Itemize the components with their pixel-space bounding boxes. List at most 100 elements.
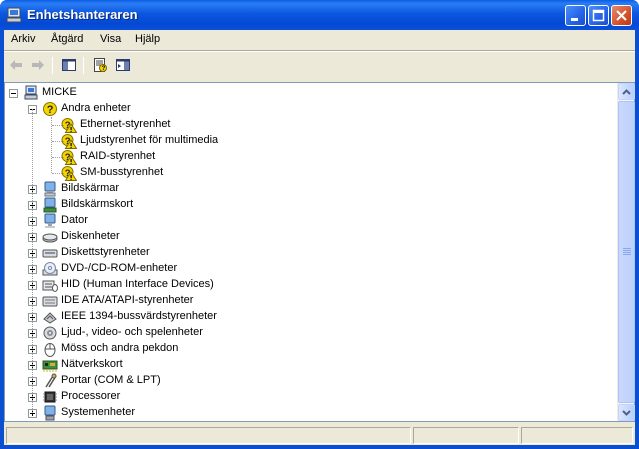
- tree-node-dvd-cd-rom-enheter[interactable]: DVD-/CD-ROM-enheter: [5, 261, 605, 277]
- tree-node-label: Möss och andra pekdon: [61, 342, 179, 354]
- toolbar: ?: [4, 52, 635, 78]
- thumb-grip: [623, 248, 631, 249]
- tree-node-ethernet-styrenhet[interactable]: ? Ethernet-styrenhet: [5, 117, 605, 133]
- tree-connector-line: [52, 157, 64, 158]
- tree-node-micke[interactable]: MICKE: [5, 85, 605, 101]
- menu-arkiv[interactable]: Arkiv: [11, 33, 35, 45]
- tree-node-andra-enheter[interactable]: ? Andra enheter: [5, 101, 605, 117]
- back-arrow-icon: [10, 60, 22, 70]
- tree-connector-line: [32, 109, 33, 413]
- menu-visa[interactable]: Visa: [100, 33, 121, 45]
- thumb-grip: [623, 252, 631, 253]
- title-bar[interactable]: Enhetshanteraren: [0, 0, 639, 30]
- tree-node-hid-human-interface-devices[interactable]: HID (Human Interface Devices): [5, 277, 605, 293]
- tree-node-ljud-video-och-spelenheter[interactable]: Ljud-, video- och spelenheter: [5, 325, 605, 341]
- tree-node-label: IDE ATA/ATAPI-styrenheter: [61, 294, 194, 306]
- chevron-up-icon: [622, 88, 631, 95]
- toolbar-separator: [83, 57, 84, 74]
- maximize-icon: [592, 9, 605, 22]
- tree-node-label: RAID-styrenhet: [80, 150, 156, 162]
- tree-node-bildskarmskort[interactable]: Bildskärmskort: [5, 197, 605, 213]
- back-button[interactable]: [6, 55, 26, 75]
- collapse-toggle[interactable]: [9, 89, 18, 98]
- tree-node-diskenheter[interactable]: Diskenheter: [5, 229, 605, 245]
- system-icon: [42, 405, 58, 421]
- svg-text:?: ?: [102, 66, 106, 72]
- tree-node-label: IEEE 1394-bussvärdstyrenheter: [61, 310, 217, 322]
- disk-icon: [42, 229, 58, 245]
- tree-node-label: Portar (COM & LPT): [61, 374, 161, 386]
- unknown-device-icon: ?: [42, 101, 58, 117]
- close-button[interactable]: [611, 5, 632, 26]
- scroll-up-button[interactable]: [618, 83, 635, 100]
- menu-hjalp[interactable]: Hjälp: [135, 33, 160, 45]
- cpu-icon: [42, 389, 58, 405]
- tree-node-diskettstyrenheter[interactable]: Diskettstyrenheter: [5, 245, 605, 261]
- chevron-down-icon: [622, 409, 631, 416]
- tree-node-label: Nätverkskort: [61, 358, 123, 370]
- window-title: Enhetshanteraren: [27, 7, 138, 22]
- menu-atgard[interactable]: Åtgärd: [51, 33, 83, 45]
- tree-node-label: Diskenheter: [61, 230, 120, 242]
- tree-node-bildskarmar[interactable]: Bildskärmar: [5, 181, 605, 197]
- scroll-thumb[interactable]: [618, 101, 635, 403]
- tree-node-portar-com-lpt[interactable]: Portar (COM & LPT): [5, 373, 605, 389]
- firewire-icon: [42, 309, 58, 325]
- svg-text:?: ?: [47, 104, 54, 116]
- toolbar-separator: [52, 57, 53, 74]
- thumb-grip: [623, 254, 631, 255]
- thumb-grip: [623, 250, 631, 251]
- tree-node-label: Ethernet-styrenhet: [80, 118, 171, 130]
- tree-connector-line: [52, 125, 64, 126]
- scroll-down-button[interactable]: [618, 404, 635, 421]
- tree-node-label: DVD-/CD-ROM-enheter: [61, 262, 178, 274]
- hid-icon: [42, 277, 58, 293]
- tree-node-label: Ljudstyrenhet för multimedia: [80, 134, 219, 146]
- tree-connector-line: [52, 173, 64, 174]
- maximize-button[interactable]: [588, 5, 609, 26]
- tree-node-ide-ata-atapi-styrenheter[interactable]: IDE ATA/ATAPI-styrenheter: [5, 293, 605, 309]
- client-area: Arkiv Åtgärd Visa Hjälp ? MICKE ? Andra …: [4, 30, 635, 445]
- tree-node-ieee-1394-bussvardstyrenheter[interactable]: IEEE 1394-bussvärdstyrenheter: [5, 309, 605, 325]
- tree-node-label: Ljud-, video- och spelenheter: [61, 326, 203, 338]
- close-icon: [616, 10, 627, 21]
- monitor-icon: [42, 181, 58, 197]
- computer-icon: [6, 7, 22, 23]
- floppy-icon: [42, 245, 58, 261]
- tree-node-dator[interactable]: Dator: [5, 213, 605, 229]
- menu-bar: Arkiv Åtgärd Visa Hjälp: [4, 30, 635, 50]
- properties-icon: ?: [94, 58, 107, 72]
- tree-node-label: Bildskärmskort: [61, 198, 134, 210]
- network-icon: [42, 357, 58, 373]
- show-hide-tree-button[interactable]: [59, 55, 79, 75]
- cd-icon: [42, 261, 58, 277]
- tree-node-sm-busstyrenhet[interactable]: ? SM-busstyrenhet: [5, 165, 605, 181]
- tree-node-processorer[interactable]: Processorer: [5, 389, 605, 405]
- tree-node-label: HID (Human Interface Devices): [61, 278, 214, 290]
- view-icon: [116, 59, 130, 71]
- tree-node-ljudstyrenhet-for-multimedia[interactable]: ? Ljudstyrenhet för multimedia: [5, 133, 605, 149]
- tree-node-label: Systemenheter: [61, 406, 135, 418]
- tree-node-moss-och-andra-pekdon[interactable]: Möss och andra pekdon: [5, 341, 605, 357]
- computer-icon: [23, 85, 39, 101]
- forward-button[interactable]: [28, 55, 48, 75]
- device-tree[interactable]: MICKE? Andra enheter ? Ethernet-styrenhet? L…: [5, 83, 617, 421]
- mouse-icon: [42, 341, 58, 357]
- console-tree-icon: [62, 59, 76, 71]
- properties-button[interactable]: ?: [90, 55, 110, 75]
- tree-node-label: Bildskärmar: [61, 182, 120, 194]
- pc-icon: [42, 213, 58, 229]
- card-icon: [42, 197, 58, 213]
- port-icon: [42, 373, 58, 389]
- tree-node-raid-styrenhet[interactable]: ? RAID-styrenhet: [5, 149, 605, 165]
- tree-node-label: Dator: [61, 214, 88, 226]
- tree-node-label: Diskettstyrenheter: [61, 246, 150, 258]
- ide-icon: [42, 293, 58, 309]
- tree-connector-line: [52, 141, 64, 142]
- update-driver-button[interactable]: [113, 55, 133, 75]
- vertical-scrollbar[interactable]: [617, 83, 635, 421]
- tree-node-systemenheter[interactable]: Systemenheter: [5, 405, 605, 421]
- minimize-button[interactable]: [565, 5, 586, 26]
- tree-node-label: MICKE: [42, 86, 77, 98]
- tree-node-natverkskort[interactable]: Nätverkskort: [5, 357, 605, 373]
